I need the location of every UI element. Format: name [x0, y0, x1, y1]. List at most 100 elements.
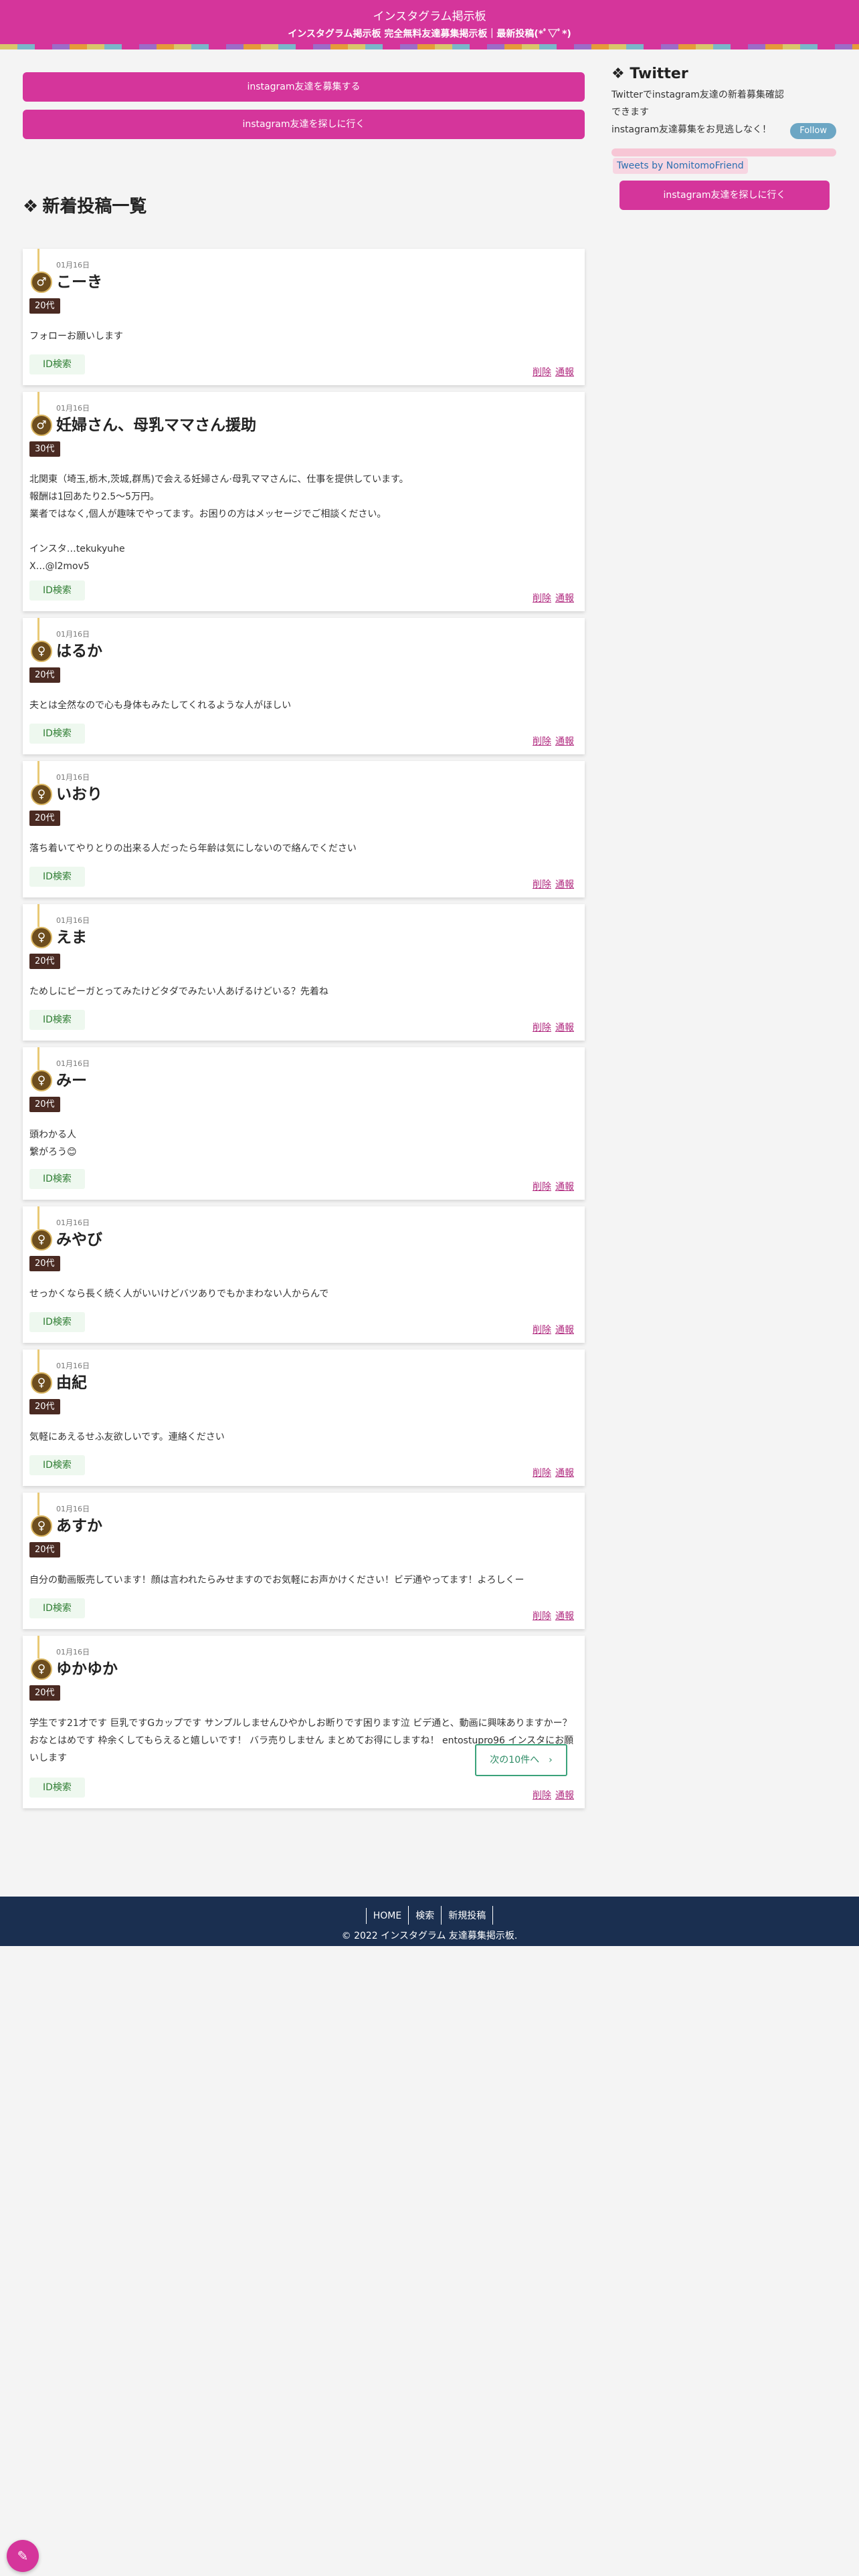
post-actions: 削除 通報 — [529, 1609, 574, 1622]
footer-nav: HOME 検索 新規投稿 — [0, 1906, 859, 1925]
report-link[interactable]: 通報 — [555, 736, 574, 747]
id-search-button[interactable]: ID検索 — [29, 1169, 85, 1189]
timeline-bar — [37, 392, 39, 415]
post-actions: 削除 通報 — [529, 1021, 574, 1034]
id-search-button[interactable]: ID検索 — [29, 867, 85, 887]
post-body: せっかくなら長く続く人がいいけどバツありでもかまわない人からんで — [29, 1289, 329, 1299]
report-link[interactable]: 通報 — [555, 1790, 574, 1801]
post-body: 夫とは全然なので心も身体もみたしてくれるような人がほしい — [29, 700, 292, 711]
delete-link[interactable]: 削除 — [533, 1023, 551, 1033]
age-badge: 30代 — [29, 441, 60, 457]
post-actions: 削除 通報 — [529, 365, 574, 379]
sidebar-find-friends-button[interactable]: instagram友達を探しに行く — [619, 181, 830, 210]
age-badge: 20代 — [29, 1685, 60, 1701]
post-card: ♀ 01月16日 みやび 20代 せっかくなら長く続く人がいいけどバツありでもか… — [23, 1206, 585, 1343]
id-search-button[interactable]: ID検索 — [29, 1598, 85, 1618]
id-search-button[interactable]: ID検索 — [29, 1778, 85, 1798]
timeline-bar — [37, 618, 39, 641]
timeline-bar — [37, 249, 39, 272]
report-link[interactable]: 通報 — [555, 1325, 574, 1335]
age-badge: 20代 — [29, 298, 60, 314]
find-friends-button[interactable]: instagram友達を探しに行く — [23, 110, 585, 139]
site-header: インスタグラム掲示板 インスタグラム掲示板 完全無料友達募集掲示板｜最新投稿(*… — [0, 0, 859, 49]
post-body: 落ち着いてやりとりの出来る人だったら年齢は気にしないので絡んでください — [29, 843, 357, 854]
female-icon: ♀ — [31, 784, 52, 805]
section-heading-text: 新着投稿一覧 — [42, 197, 147, 217]
male-icon: ♂ — [31, 415, 52, 436]
pencil-icon: ✎ — [17, 2548, 29, 2564]
report-link[interactable]: 通報 — [555, 367, 574, 378]
sidebar-title: ❖ Twitter — [611, 66, 836, 82]
follow-button[interactable]: Follow — [790, 123, 836, 139]
post-card: ♀ 01月16日 いおり 20代 落ち着いてやりとりの出来る人だったら年齢は気に… — [23, 761, 585, 897]
post-actions: 削除 通報 — [529, 1180, 574, 1193]
delete-link[interactable]: 削除 — [533, 367, 551, 378]
recruit-friends-button[interactable]: instagram友達を募集する — [23, 72, 585, 102]
timeline-bar — [37, 1493, 39, 1515]
post-name: 由紀 — [56, 1374, 87, 1392]
main-column: instagram友達を募集する instagram友達を探しに行く ❖ 新着投稿… — [23, 72, 585, 1808]
report-link[interactable]: 通報 — [555, 593, 574, 604]
female-icon: ♀ — [31, 641, 52, 662]
id-search-button[interactable]: ID検索 — [29, 580, 85, 601]
tweets-link[interactable]: Tweets by NomitomoFriend — [613, 158, 748, 174]
post-name: はるか — [56, 643, 102, 660]
id-search-button[interactable]: ID検索 — [29, 724, 85, 744]
delete-link[interactable]: 削除 — [533, 1468, 551, 1479]
timeline-bar — [37, 761, 39, 784]
report-link[interactable]: 通報 — [555, 1182, 574, 1192]
age-badge: 20代 — [29, 1399, 60, 1414]
id-search-button[interactable]: ID検索 — [29, 354, 85, 374]
report-link[interactable]: 通報 — [555, 1468, 574, 1479]
delete-link[interactable]: 削除 — [533, 1790, 551, 1801]
timeline-bar — [37, 904, 39, 927]
id-search-button[interactable]: ID検索 — [29, 1455, 85, 1475]
post-name: えま — [56, 929, 87, 946]
footer-link-new-post[interactable]: 新規投稿 — [441, 1906, 494, 1925]
post-name: みやび — [56, 1231, 102, 1249]
compose-button[interactable]: ✎ — [7, 2540, 39, 2572]
report-link[interactable]: 通報 — [555, 1611, 574, 1622]
age-badge: 20代 — [29, 811, 60, 826]
post-actions: 削除 通報 — [529, 1323, 574, 1336]
post-name: いおり — [56, 786, 102, 803]
twitter-sidebar: ❖ Twitter Twitterでinstagram友達の新着募集確認できます… — [611, 66, 836, 210]
post-name: みー — [56, 1072, 87, 1089]
age-badge: 20代 — [29, 954, 60, 969]
age-badge: 20代 — [29, 1542, 60, 1558]
report-link[interactable]: 通報 — [555, 879, 574, 890]
delete-link[interactable]: 削除 — [533, 1325, 551, 1335]
delete-link[interactable]: 削除 — [533, 1611, 551, 1622]
post-body: ためしにピーガとってみたけどタダでみたい人あげるけどいる？先着ね — [29, 986, 328, 997]
next-page-button[interactable]: 次の10件へ › — [475, 1744, 567, 1776]
footer-link-home[interactable]: HOME — [365, 1908, 408, 1924]
post-actions: 削除 通報 — [529, 877, 574, 891]
age-badge: 20代 — [29, 1256, 60, 1271]
site-subtitle: インスタグラム掲示板 完全無料友達募集掲示板｜最新投稿(*ﾟ▽ﾟ*) — [288, 29, 571, 39]
delete-link[interactable]: 削除 — [533, 1182, 551, 1192]
delete-link[interactable]: 削除 — [533, 736, 551, 747]
timeline-bar — [37, 1047, 39, 1070]
age-badge: 20代 — [29, 667, 60, 683]
report-link[interactable]: 通報 — [555, 1023, 574, 1033]
delete-link[interactable]: 削除 — [533, 879, 551, 890]
post-name: 妊婦さん、母乳ママさん援助 — [56, 417, 256, 434]
delete-link[interactable]: 削除 — [533, 593, 551, 604]
female-icon: ♀ — [31, 1229, 52, 1251]
timeline-bar — [37, 1636, 39, 1658]
post-actions: 削除 通報 — [529, 1788, 574, 1802]
female-icon: ♀ — [31, 1515, 52, 1537]
post-card: ♀ 01月16日 あすか 20代 自分の動画販売しています！顔は言われたらみせま… — [23, 1493, 585, 1629]
site-title[interactable]: インスタグラム掲示板 — [0, 7, 859, 23]
id-search-button[interactable]: ID検索 — [29, 1010, 85, 1030]
male-icon: ♂ — [31, 272, 52, 293]
post-body: 北関東（埼玉,栃木,茨城,群馬)で会える妊婦さん·母乳ママさんに、仕事を提供して… — [29, 474, 409, 572]
diamond-icon: ❖ — [611, 66, 625, 82]
id-search-button[interactable]: ID検索 — [29, 1312, 85, 1332]
female-icon: ♀ — [31, 927, 52, 948]
post-card: ♂ 01月16日 妊婦さん、母乳ママさん援助 30代 北関東（埼玉,栃木,茨城,… — [23, 392, 585, 611]
post-card: ♀ 01月16日 えま 20代 ためしにピーガとってみたけどタダでみたい人あげる… — [23, 904, 585, 1041]
footer-link-search[interactable]: 検索 — [408, 1906, 441, 1925]
female-icon: ♀ — [31, 1372, 52, 1394]
post-body: フォローお願いします — [29, 331, 123, 342]
